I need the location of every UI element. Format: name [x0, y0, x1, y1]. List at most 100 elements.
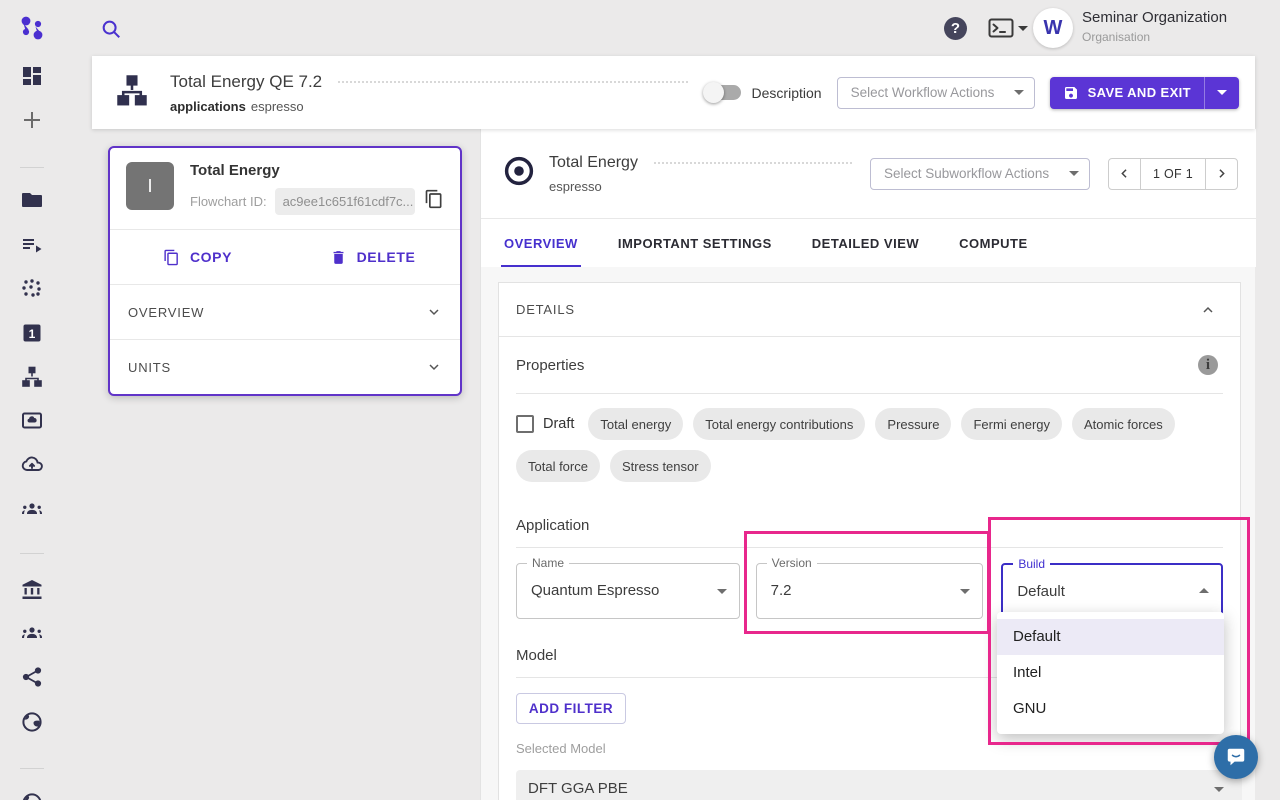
chat-support-button[interactable] — [1214, 735, 1258, 779]
console-menu-button[interactable] — [988, 18, 1028, 38]
property-chip[interactable]: Total force — [516, 450, 600, 482]
build-dropdown-menu: Default Intel GNU — [997, 612, 1224, 734]
build-field-value: Default — [1003, 565, 1221, 619]
add-filter-button[interactable]: ADD FILTER — [516, 693, 626, 724]
page-count: 1 OF 1 — [1140, 158, 1206, 190]
folder-icon[interactable] — [20, 188, 44, 212]
chevron-right-icon — [1214, 166, 1229, 181]
build-option-gnu[interactable]: GNU — [997, 691, 1224, 727]
workflow-header: Total Energy QE 7.2 applicationsespresso… — [92, 56, 1255, 129]
units-accordion[interactable]: UNITS — [110, 340, 460, 394]
jobs-list-icon[interactable] — [20, 233, 44, 257]
property-chip[interactable]: Pressure — [875, 408, 951, 440]
help-icon[interactable]: ? — [944, 17, 967, 40]
property-chip[interactable]: Total energy contributions — [693, 408, 865, 440]
chevron-down-icon — [1014, 90, 1024, 95]
tab-overview[interactable]: OVERVIEW — [501, 219, 581, 267]
property-chip[interactable]: Atomic forces — [1072, 408, 1175, 440]
subworkflow-actions-placeholder: Select Subworkflow Actions — [884, 166, 1049, 181]
delete-label: DELETE — [357, 249, 416, 265]
terminal-icon — [988, 18, 1014, 38]
save-icon — [1063, 85, 1079, 101]
subworkflow-tabs: OVERVIEW IMPORTANT SETTINGS DETAILED VIE… — [481, 218, 1256, 267]
tab-important-settings[interactable]: IMPORTANT SETTINGS — [615, 219, 775, 267]
build-option-intel[interactable]: Intel — [997, 655, 1224, 691]
next-page-button[interactable] — [1205, 158, 1238, 190]
share-icon[interactable] — [20, 665, 44, 689]
selected-model-select[interactable]: DFT GGA PBE — [516, 770, 1242, 800]
entity-one-icon[interactable]: 1 — [20, 321, 44, 345]
flowchart-id-value: ac9ee1c651f61cdf7c... — [275, 188, 415, 215]
org-name: Seminar Organization — [1082, 9, 1227, 26]
draft-checkbox[interactable]: Draft — [516, 415, 574, 433]
users-icon[interactable] — [20, 621, 44, 645]
save-options-dropdown[interactable] — [1204, 77, 1239, 109]
property-chip[interactable]: Fermi energy — [961, 408, 1062, 440]
details-label: DETAILS — [516, 302, 575, 317]
globe-icon[interactable] — [20, 710, 44, 734]
chevron-down-icon — [1214, 787, 1224, 792]
dotted-divider — [654, 162, 852, 164]
copy-unit-button[interactable]: COPY — [110, 230, 285, 284]
description-toggle[interactable] — [706, 85, 741, 100]
property-chip[interactable]: Stress tensor — [610, 450, 711, 482]
tab-compute[interactable]: COMPUTE — [956, 219, 1031, 267]
sidebar-divider — [20, 768, 44, 769]
info-icon[interactable]: i — [1198, 355, 1218, 375]
subworkflow-header: Total Energy espresso Select Subworkflow… — [481, 129, 1256, 218]
name-field-label: Name — [527, 556, 569, 570]
materials-icon[interactable] — [20, 277, 44, 301]
properties-title: Properties — [516, 357, 584, 374]
chevron-down-icon — [960, 589, 970, 594]
add-icon[interactable] — [20, 108, 44, 132]
search-icon[interactable] — [100, 18, 122, 40]
flowchart-icon — [114, 73, 150, 112]
workflow-actions-select[interactable]: Select Workflow Actions — [837, 77, 1035, 109]
unit-title: Total Energy — [190, 162, 444, 179]
remote-desktop-icon[interactable] — [20, 409, 44, 433]
subworkflow-pager: 1 OF 1 — [1108, 158, 1238, 190]
chevron-left-icon — [1117, 166, 1132, 181]
property-chip[interactable]: Total energy — [588, 408, 683, 440]
application-build-select[interactable]: Build Default — [1001, 563, 1223, 619]
workflow-app-value: espresso — [251, 99, 304, 114]
account-info[interactable]: Seminar Organization Organisation — [1082, 9, 1227, 44]
build-option-default[interactable]: Default — [997, 619, 1224, 655]
prev-page-button[interactable] — [1108, 158, 1141, 190]
copy-label: COPY — [190, 249, 232, 265]
draft-label: Draft — [543, 416, 574, 432]
subworkflow-title: Total Energy — [549, 154, 638, 172]
subworkflow-actions-select[interactable]: Select Subworkflow Actions — [870, 158, 1090, 190]
unit-card: I Total Energy Flowchart ID: ac9ee1c651f… — [108, 146, 462, 396]
overview-accordion[interactable]: OVERVIEW — [110, 285, 460, 339]
bank-icon[interactable] — [20, 578, 44, 602]
chevron-down-icon — [717, 589, 727, 594]
brand-logo-icon[interactable] — [18, 13, 48, 48]
copy-id-icon[interactable] — [424, 189, 444, 214]
sidebar-divider — [20, 553, 44, 554]
chat-icon — [1225, 746, 1247, 768]
globe-bottom-icon[interactable] — [20, 791, 44, 800]
cloud-upload-icon[interactable] — [20, 453, 44, 477]
dotted-divider — [338, 81, 687, 83]
org-type: Organisation — [1082, 30, 1227, 44]
application-name-select[interactable]: Name Quantum Espresso — [516, 563, 740, 619]
team-icon[interactable] — [20, 497, 44, 521]
dashboard-icon[interactable] — [20, 64, 44, 88]
chevron-up-icon — [1199, 588, 1209, 593]
units-accordion-label: UNITS — [128, 360, 171, 375]
workflows-icon[interactable] — [20, 365, 44, 389]
save-and-exit-button[interactable]: SAVE AND EXIT — [1050, 77, 1204, 109]
application-version-select[interactable]: Version 7.2 — [756, 563, 984, 619]
workflow-title: Total Energy QE 7.2 — [170, 72, 322, 92]
application-section-title: Application — [516, 517, 1223, 534]
copy-icon — [163, 249, 180, 266]
sidebar-divider — [20, 167, 44, 168]
tab-detailed-view[interactable]: DETAILED VIEW — [809, 219, 922, 267]
unit-avatar: I — [126, 162, 174, 210]
details-section-header[interactable]: DETAILS — [499, 283, 1240, 337]
left-nav-sidebar: 1 — [0, 56, 92, 800]
save-and-exit-label: SAVE AND EXIT — [1088, 85, 1191, 100]
avatar[interactable]: W — [1033, 8, 1073, 48]
delete-unit-button[interactable]: DELETE — [285, 230, 460, 284]
